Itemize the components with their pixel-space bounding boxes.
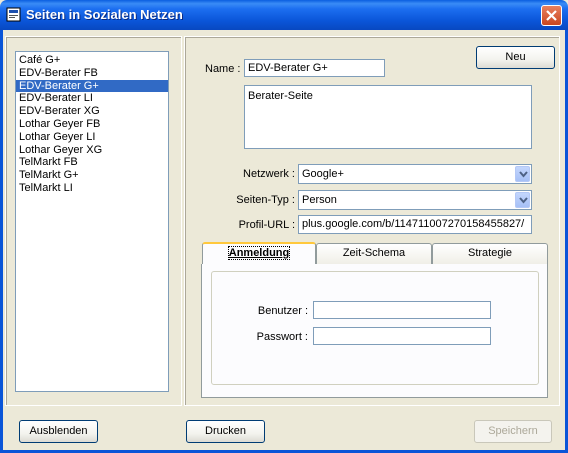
profile-url-field[interactable]: plus.google.com/b/114711007270158455827/ <box>298 215 532 234</box>
list-item[interactable]: TelMarkt G+ <box>16 169 168 182</box>
password-label: Passwort : <box>256 331 308 343</box>
page-type-label: Seiten-Typ : <box>236 194 295 206</box>
tab-anmeldung[interactable]: Anmeldung <box>202 242 316 265</box>
close-icon <box>546 10 557 21</box>
list-item[interactable]: Café G+ <box>16 54 168 67</box>
pages-listbox[interactable]: Café G+ EDV-Berater FB EDV-Berater G+ EDV-B… <box>15 51 169 392</box>
network-dropdown-button[interactable] <box>515 166 530 182</box>
tab-strategie-label: Strategie <box>467 247 513 259</box>
hide-button-label: Ausblenden <box>29 425 88 437</box>
name-field[interactable]: EDV-Berater G+ <box>244 59 385 77</box>
page-type-dropdown-button[interactable] <box>515 192 530 208</box>
list-item[interactable]: TelMarkt LI <box>16 182 168 195</box>
profile-url-label: Profil-URL : <box>238 219 295 231</box>
save-button[interactable]: Speichern <box>474 420 552 443</box>
new-button[interactable]: Neu <box>476 46 555 69</box>
name-label: Name : <box>205 63 241 75</box>
list-item[interactable]: TelMarkt FB <box>16 156 168 169</box>
save-button-label: Speichern <box>488 425 538 437</box>
network-label: Netzwerk : <box>243 168 295 180</box>
user-label: Benutzer : <box>257 305 308 317</box>
hide-button[interactable]: Ausblenden <box>19 420 98 443</box>
list-item[interactable]: Lothar Geyer XG <box>16 144 168 157</box>
tab-strategie[interactable]: Strategie <box>432 243 548 264</box>
list-item[interactable]: EDV-Berater XG <box>16 105 168 118</box>
print-button-label: Drucken <box>205 425 246 437</box>
app-icon <box>6 7 21 22</box>
page-type-select[interactable]: Person <box>298 190 532 210</box>
description-field[interactable]: Berater-Seite <box>244 85 532 149</box>
print-button[interactable]: Drucken <box>186 420 265 443</box>
tab-zeit-schema-label: Zeit-Schema <box>342 247 406 259</box>
chevron-down-icon <box>519 171 528 178</box>
list-item[interactable]: EDV-Berater LI <box>16 92 168 105</box>
network-value: Google+ <box>302 168 344 180</box>
list-item[interactable]: Lothar Geyer FB <box>16 118 168 131</box>
window-title: Seiten in Sozialen Netzen <box>26 7 183 22</box>
title-bar: Seiten in Sozialen Netzen <box>0 0 568 30</box>
chevron-down-icon <box>519 197 528 204</box>
close-button[interactable] <box>541 5 562 26</box>
list-item[interactable]: Lothar Geyer LI <box>16 131 168 144</box>
password-field[interactable] <box>313 327 491 345</box>
tab-anmeldung-label: Anmeldung <box>227 246 291 260</box>
page-type-value: Person <box>302 194 337 206</box>
window-border-left <box>0 30 3 453</box>
list-item[interactable]: EDV-Berater FB <box>16 67 168 80</box>
network-select[interactable]: Google+ <box>298 164 532 184</box>
user-field[interactable] <box>313 301 491 319</box>
list-item[interactable]: EDV-Berater G+ <box>16 79 168 93</box>
tab-zeit-schema[interactable]: Zeit-Schema <box>316 243 432 264</box>
